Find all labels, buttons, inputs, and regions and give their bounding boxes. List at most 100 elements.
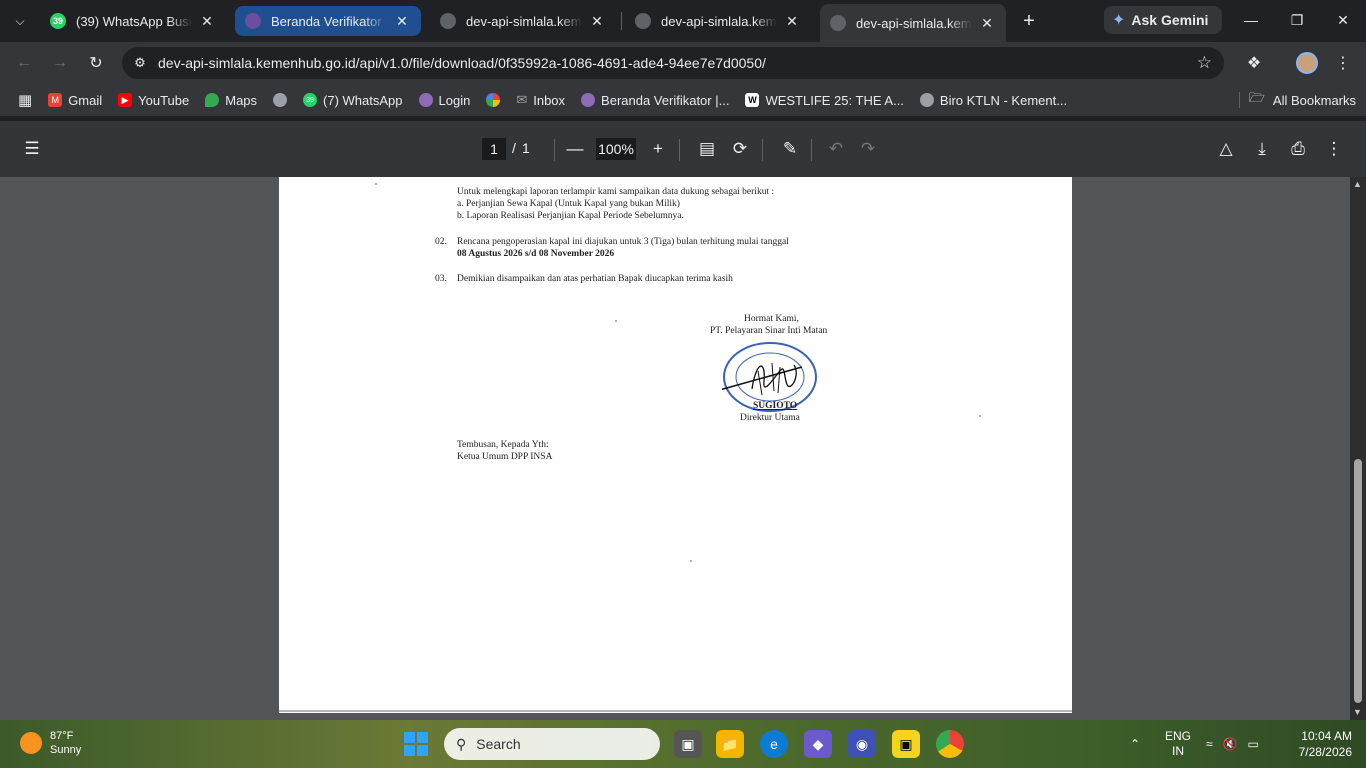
reload-icon: ↻ (89, 55, 103, 72)
weather-description: Sunny (50, 744, 82, 756)
address-bar[interactable]: ⚙ dev-api-simlala.kemenhub.go.id/api/v1.… (122, 47, 1224, 79)
close-tab-icon[interactable]: ✕ (783, 12, 801, 30)
sidebar-toggle-button[interactable]: ☰ (18, 135, 46, 163)
fit-to-page-button[interactable]: ▤ (693, 135, 721, 163)
redo-icon: ↷ (860, 139, 876, 158)
keyboard-layout: IN (1172, 744, 1184, 758)
globe-favicon-icon (635, 13, 651, 29)
sticky-notes-icon[interactable]: ▣ (892, 730, 920, 758)
close-window-button[interactable]: ✕ (1320, 0, 1366, 40)
undo-button[interactable]: ↶ (822, 135, 850, 163)
pdf-viewport[interactable]: Untuk melengkapi laporan terlampir kami … (0, 177, 1366, 720)
hamburger-menu-icon: ☰ (24, 139, 40, 158)
tab-beranda-verifikator[interactable]: Beranda Verifikator | Simlala ✕ (235, 6, 421, 36)
ask-gemini-button[interactable]: ✦ Ask Gemini (1104, 6, 1223, 34)
rotate-button[interactable]: ⟳ (726, 135, 754, 163)
tab-separator (621, 12, 622, 30)
bookmark-inbox[interactable]: ✉ Inbox (508, 86, 573, 114)
file-explorer-icon[interactable]: 📁 (716, 730, 744, 758)
profile-avatar[interactable] (1296, 52, 1318, 74)
reload-button[interactable]: ↻ (82, 49, 110, 77)
bookmark-star-icon[interactable]: ☆ (1197, 53, 1212, 73)
back-button[interactable]: ← (10, 49, 38, 77)
task-view-icon[interactable]: ▣ (674, 730, 702, 758)
drive-icon: △ (1219, 139, 1233, 158)
close-tab-icon[interactable]: ✕ (588, 12, 606, 30)
pdf-scrollbar[interactable]: ▲ ▼ (1350, 177, 1366, 720)
restore-button[interactable]: ❐ (1274, 0, 1320, 40)
chrome-menu-button[interactable]: ⋮ (1329, 49, 1357, 77)
windows-logo-icon (404, 732, 415, 743)
pinwheel-icon (486, 93, 501, 107)
tab-search-button[interactable]: ⌵ (6, 7, 34, 35)
tab-dev-api-1[interactable]: dev-api-simlala.kemenhub ✕ (430, 6, 616, 36)
download-button[interactable]: ⤓ (1248, 135, 1276, 163)
page-number-input[interactable]: 1 (482, 138, 506, 160)
bookmark-label: Inbox (533, 92, 566, 108)
minimize-button[interactable]: — (1228, 0, 1274, 40)
windows-start-button[interactable] (404, 732, 428, 756)
bookmark-beranda-verifikator[interactable]: Beranda Verifikator |... (573, 86, 737, 114)
tab-dev-api-3-active[interactable]: dev-api-simlala.kemenhub ✕ (820, 4, 1006, 42)
print-button[interactable]: ⎙ (1284, 135, 1312, 163)
scan-speck (375, 183, 377, 185)
tab-title: dev-api-simlala.kemenhub (466, 13, 582, 29)
close-tab-icon[interactable]: ✕ (978, 14, 996, 32)
bookmark-whatsapp[interactable]: 39 (7) WhatsApp (295, 86, 410, 114)
bookmarks-separator (1239, 92, 1240, 108)
bookmark-biro-ktln[interactable]: Biro KTLN - Kement... (912, 86, 1075, 114)
tab-title: Beranda Verifikator | Simlala (271, 13, 387, 29)
scroll-up-icon[interactable]: ▲ (1353, 179, 1362, 189)
show-hidden-icons-button[interactable]: ⌃ (1130, 720, 1140, 768)
pdf-toolbar: ☰ 1 / 1 — 100% + ▤ ⟳ ✎ ↶ ↷ △ ⤓ ⎙ ⋮ (0, 121, 1366, 177)
camera-app-icon[interactable]: ◉ (848, 730, 876, 758)
sun-icon (20, 732, 42, 754)
bookmark-westlife[interactable]: W WESTLIFE 25: THE A... (737, 86, 911, 114)
bookmark-globe[interactable] (265, 86, 295, 114)
bookmark-login[interactable]: Login (411, 86, 479, 114)
bookmark-maps[interactable]: Maps (197, 86, 265, 114)
taskbar-search-box[interactable]: ⚲ Search (444, 728, 660, 760)
edge-browser-icon[interactable]: e (760, 730, 788, 758)
apps-shortcut[interactable]: ▦ (10, 86, 40, 114)
pdf-more-actions-button[interactable]: ⋮ (1320, 135, 1348, 163)
bookmark-youtube[interactable]: ▶ YouTube (110, 86, 197, 114)
bookmark-pinwheel[interactable] (478, 86, 508, 114)
close-tab-icon[interactable]: ✕ (198, 12, 216, 30)
volume-muted-icon: 🔇 (1222, 737, 1238, 751)
annotate-button[interactable]: ✎ (776, 135, 804, 163)
system-tray-icons[interactable]: ≈ 🔇 ▭ (1206, 720, 1259, 768)
tab-whatsapp[interactable]: 39 (39) WhatsApp Business ✕ (40, 6, 226, 36)
save-to-drive-button[interactable]: △ (1212, 135, 1240, 163)
app-icon[interactable]: ◆ (804, 730, 832, 758)
url-text[interactable]: dev-api-simlala.kemenhub.go.id/api/v1.0/… (158, 55, 766, 71)
zoom-level-input[interactable]: 100% (596, 138, 636, 160)
new-tab-button[interactable]: + (1016, 8, 1042, 34)
taskbar-clock[interactable]: 10:04 AM 7/28/2026 (1299, 728, 1352, 760)
tab-dev-api-2[interactable]: dev-api-simlala.kemenhub ✕ (625, 6, 811, 36)
redo-button[interactable]: ↷ (854, 135, 882, 163)
extensions-button[interactable]: ❖ (1240, 49, 1268, 77)
paragraph-number-02: 02. (435, 237, 447, 247)
bookmark-gmail[interactable]: M Gmail (40, 86, 110, 114)
signer-name: SUGIOTO (753, 401, 798, 411)
toolbar-divider (811, 139, 812, 161)
zoom-in-button[interactable]: + (644, 135, 672, 163)
close-tab-icon[interactable]: ✕ (393, 12, 411, 30)
globe-favicon-icon (440, 13, 456, 29)
language-indicator[interactable]: ENG IN (1165, 729, 1191, 759)
plus-icon: + (1023, 9, 1035, 32)
scrollbar-thumb[interactable] (1354, 459, 1362, 703)
pdf-page: Untuk melengkapi laporan terlampir kami … (279, 177, 1072, 713)
minus-icon: — (566, 139, 584, 158)
bookmark-label: Gmail (68, 92, 103, 108)
zoom-out-button[interactable]: — (561, 135, 589, 163)
all-bookmarks-button[interactable]: 🗁 All Bookmarks (1249, 84, 1356, 116)
chrome-icon[interactable] (936, 730, 964, 758)
globe-favicon-icon (245, 13, 261, 29)
forward-button[interactable]: → (46, 49, 74, 77)
weather-widget[interactable]: 87°F Sunny (20, 729, 81, 757)
all-bookmarks-label: All Bookmarks (1272, 92, 1356, 108)
site-info-icon[interactable]: ⚙ (130, 53, 150, 73)
scroll-down-icon[interactable]: ▼ (1353, 707, 1362, 717)
